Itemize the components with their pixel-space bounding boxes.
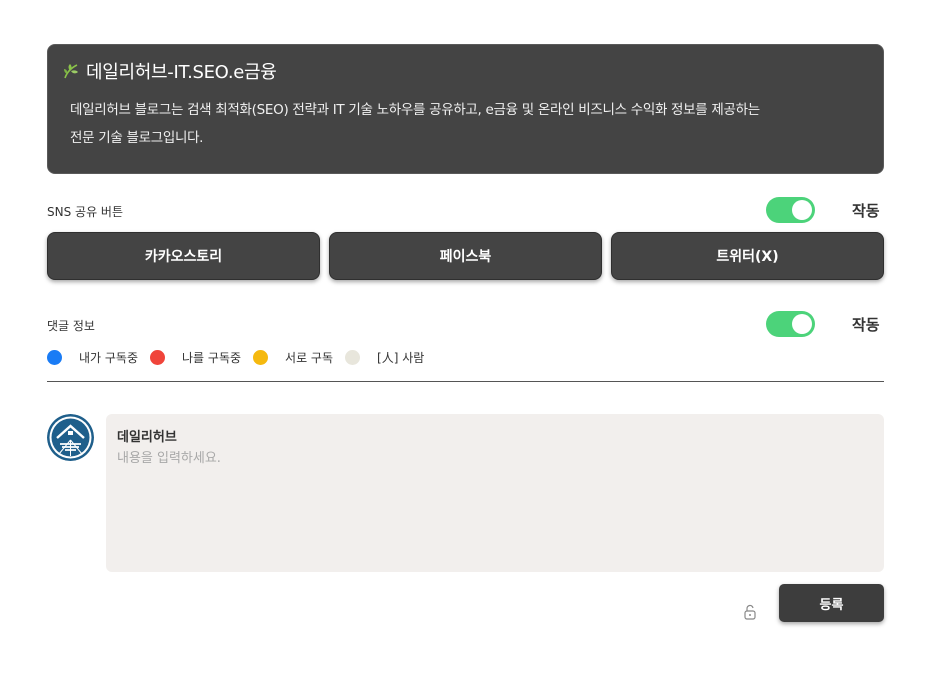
legend-label: 나를 구독중: [182, 351, 242, 365]
unlock-icon[interactable]: [742, 604, 758, 620]
legend-dot-red: [150, 350, 166, 365]
blog-description-line-2: 전문 기술 블로그입니다.: [70, 130, 204, 146]
legend-item-subscribing-me: 나를 구독중: [150, 349, 241, 366]
sns-toggle-knob: [792, 200, 812, 220]
sns-toggle[interactable]: [766, 197, 815, 223]
legend-label: 내가 구독중: [79, 351, 139, 365]
submit-button[interactable]: 등록: [779, 584, 884, 622]
blog-info-card: 데일리허브-IT.SEO.e금융 데일리허브 블로그는 검색 최적화(SEO) …: [47, 44, 884, 174]
sns-toggle-status: 작동: [852, 202, 880, 220]
legend-dot-yellow: [253, 350, 269, 365]
blog-title-row: 데일리허브-IT.SEO.e금융: [62, 59, 861, 83]
comments-toggle-status: 작동: [852, 316, 880, 334]
blog-description-line-1: 데일리허브 블로그는 검색 최적화(SEO) 전략과 IT 기술 노하우를 공유…: [70, 102, 760, 118]
comments-toggle-knob: [792, 314, 812, 334]
kakaostory-share-button[interactable]: 카카오스토리: [47, 232, 320, 280]
leaf-icon: [62, 62, 80, 80]
subscription-legend: 내가 구독중 나를 구독중 서로 구독 [人] 사람: [47, 349, 436, 366]
comments-toggle[interactable]: [766, 311, 815, 337]
comments-section-label: 댓글 정보: [47, 319, 95, 333]
blog-description: 데일리허브 블로그는 검색 최적화(SEO) 전략과 IT 기술 노하우를 공유…: [70, 96, 861, 152]
blog-title: 데일리허브-IT.SEO.e금융: [86, 62, 277, 83]
legend-item-mutual: 서로 구독: [253, 349, 333, 366]
comment-author-name: 데일리허브: [117, 430, 177, 445]
twitter-share-button[interactable]: 트위터(X): [611, 232, 884, 280]
legend-dot-gray: [345, 350, 361, 365]
section-divider: [47, 381, 884, 382]
facebook-share-button[interactable]: 페이스북: [329, 232, 602, 280]
sns-section-label: SNS 공유 버튼: [47, 205, 124, 219]
avatar: [47, 414, 94, 461]
legend-item-person: [人] 사람: [345, 349, 424, 366]
comment-input[interactable]: [117, 451, 873, 466]
comment-form: 데일리허브: [106, 414, 884, 572]
legend-label: 서로 구독: [285, 351, 334, 365]
legend-label: [人] 사람: [377, 351, 425, 365]
legend-item-my-subscription: 내가 구독중: [47, 349, 138, 366]
legend-dot-blue: [47, 350, 62, 365]
